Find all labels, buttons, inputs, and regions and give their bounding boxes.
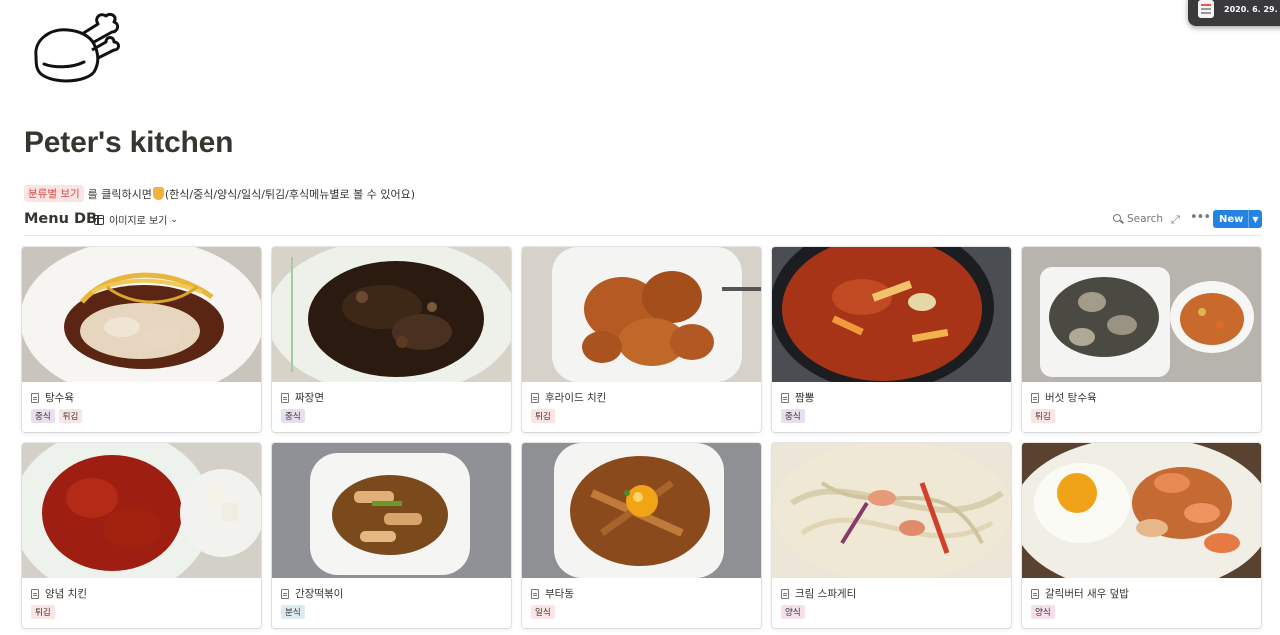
page-document-icon — [31, 588, 39, 599]
page-document-icon — [1031, 392, 1039, 403]
page-document-icon — [531, 588, 539, 599]
page-document-icon — [781, 588, 789, 599]
category-tag: 튀김 — [531, 409, 555, 423]
card-tags: 튀김 — [1031, 409, 1055, 423]
category-view-link[interactable]: 분류별 보기 — [24, 185, 84, 202]
divider — [24, 235, 1262, 236]
new-button[interactable]: New ▼ — [1213, 210, 1262, 228]
gallery-card[interactable]: 양념 치킨튀김 — [22, 443, 261, 628]
notepad-icon — [1198, 0, 1214, 18]
gallery-card[interactable]: 부타동일식 — [522, 443, 761, 628]
food-photo[interactable] — [272, 443, 511, 578]
hint-text-after: (한식/중식/양식/일식/튀김/후식메뉴별로 볼 수 있어요) — [164, 187, 415, 201]
card-title[interactable]: 갈릭버터 새우 덮밥 — [1031, 586, 1129, 601]
page-document-icon — [1031, 588, 1039, 599]
search-label: Search — [1127, 213, 1164, 225]
page-document-icon — [31, 392, 39, 403]
gallery-view-icon — [94, 214, 104, 225]
category-tag: 튀김 — [31, 605, 55, 619]
card-title[interactable]: 크림 스파게티 — [781, 586, 856, 601]
hint-line: 분류별 보기 를 클릭하시면 (한식/중식/양식/일식/튀김/후식메뉴별로 볼 … — [24, 185, 415, 202]
page-document-icon — [781, 392, 789, 403]
card-tags: 일식 — [531, 605, 555, 619]
category-tag: 양식 — [781, 605, 805, 619]
card-tags: 중식 — [781, 409, 805, 423]
food-photo[interactable] — [1022, 443, 1261, 578]
card-tags: 양식 — [1031, 605, 1055, 619]
category-tag: 중식 — [781, 409, 805, 423]
gallery-card[interactable]: 간장떡볶이분식 — [272, 443, 511, 628]
category-tag: 양식 — [1031, 605, 1055, 619]
card-title[interactable]: 탕수육 — [31, 390, 74, 405]
gallery-card[interactable]: 크림 스파게티양식 — [772, 443, 1011, 628]
category-tag: 일식 — [531, 605, 555, 619]
card-title[interactable]: 간장떡볶이 — [281, 586, 343, 601]
card-title[interactable]: 버섯 탕수육 — [1031, 390, 1097, 405]
new-label[interactable]: New — [1213, 210, 1248, 228]
food-photo[interactable] — [22, 443, 261, 578]
page-document-icon — [281, 392, 289, 403]
open-full-page-icon[interactable]: ⤢ — [1171, 213, 1180, 227]
food-photo[interactable] — [22, 247, 261, 382]
view-selector[interactable]: 이미지로 보기 ⌄ — [94, 212, 178, 227]
gallery-card[interactable]: 버섯 탕수육튀김 — [1022, 247, 1261, 432]
chevron-down-icon: ⌄ — [170, 214, 178, 225]
card-title-text: 부타동 — [545, 588, 574, 600]
page-document-icon — [281, 588, 289, 599]
page-title: Peter's kitchen — [24, 126, 234, 159]
category-tag: 튀김 — [58, 409, 83, 423]
hint-text-before: 를 클릭하시면 — [87, 187, 152, 201]
search-button[interactable]: Search — [1113, 213, 1163, 225]
search-icon — [1113, 214, 1123, 224]
card-title-text: 후라이드 치킨 — [545, 392, 607, 404]
page-document-icon — [531, 392, 539, 403]
card-title-text: 양념 치킨 — [45, 588, 87, 600]
category-tag: 튀김 — [1031, 409, 1055, 423]
clock-text: 2020. 6. 29. 오 — [1224, 5, 1280, 14]
food-photo[interactable] — [1022, 247, 1261, 382]
food-photo[interactable] — [772, 247, 1011, 382]
card-title[interactable]: 후라이드 치킨 — [531, 390, 606, 405]
card-title[interactable]: 부타동 — [531, 586, 574, 601]
card-tags: 분식 — [281, 605, 305, 619]
gallery-card[interactable]: 후라이드 치킨튀김 — [522, 247, 761, 432]
card-tags: 중식 — [281, 409, 305, 423]
card-title-text: 버섯 탕수육 — [1045, 392, 1097, 404]
card-tags: 양식 — [781, 605, 805, 619]
gallery: 탕수육 중식 튀김 짜장면 중식 후라이드 치킨 튀김 짬뽕 중식 버섯 탕수육… — [22, 247, 1264, 628]
card-title-text: 탕수육 — [45, 392, 74, 404]
gallery-card[interactable]: 탕수육중식 튀김 — [22, 247, 261, 432]
card-title-text: 크림 스파게티 — [795, 588, 857, 600]
database-title[interactable]: Menu DB — [24, 211, 97, 227]
food-photo[interactable] — [522, 247, 761, 382]
card-title-text: 갈릭버터 새우 덮밥 — [1045, 588, 1129, 600]
category-tag: 중식 — [31, 409, 55, 423]
card-tags: 튀김 — [31, 605, 55, 619]
card-title-text: 짬뽕 — [795, 392, 815, 404]
card-title-text: 간장떡볶이 — [295, 588, 344, 600]
food-photo[interactable] — [522, 443, 761, 578]
more-options-icon[interactable]: ••• — [1190, 210, 1211, 225]
chicken-drumstick-icon[interactable] — [28, 10, 122, 86]
gallery-card[interactable]: 짬뽕중식 — [772, 247, 1011, 432]
database-header: Menu DB 이미지로 보기 ⌄ Search ⤢ ••• New ▼ — [24, 210, 1262, 234]
category-tag: 분식 — [281, 605, 305, 619]
pointing-down-hand-icon — [152, 187, 164, 200]
card-title[interactable]: 짜장면 — [281, 390, 324, 405]
chevron-down-icon[interactable]: ▼ — [1248, 210, 1262, 228]
gallery-card[interactable]: 갈릭버터 새우 덮밥양식 — [1022, 443, 1261, 628]
food-photo[interactable] — [272, 247, 511, 382]
food-photo[interactable] — [772, 443, 1011, 578]
gallery-card[interactable]: 짜장면중식 — [272, 247, 511, 432]
category-tag: 중식 — [281, 409, 305, 423]
card-tags: 튀김 — [531, 409, 555, 423]
card-title[interactable]: 양념 치킨 — [31, 586, 87, 601]
card-title[interactable]: 짬뽕 — [781, 390, 814, 405]
clock-widget: 2020. 6. 29. 오 — [1188, 0, 1280, 26]
card-title-text: 짜장면 — [295, 392, 324, 404]
card-tags: 중식 튀김 — [31, 409, 83, 423]
view-label: 이미지로 보기 — [109, 216, 168, 227]
